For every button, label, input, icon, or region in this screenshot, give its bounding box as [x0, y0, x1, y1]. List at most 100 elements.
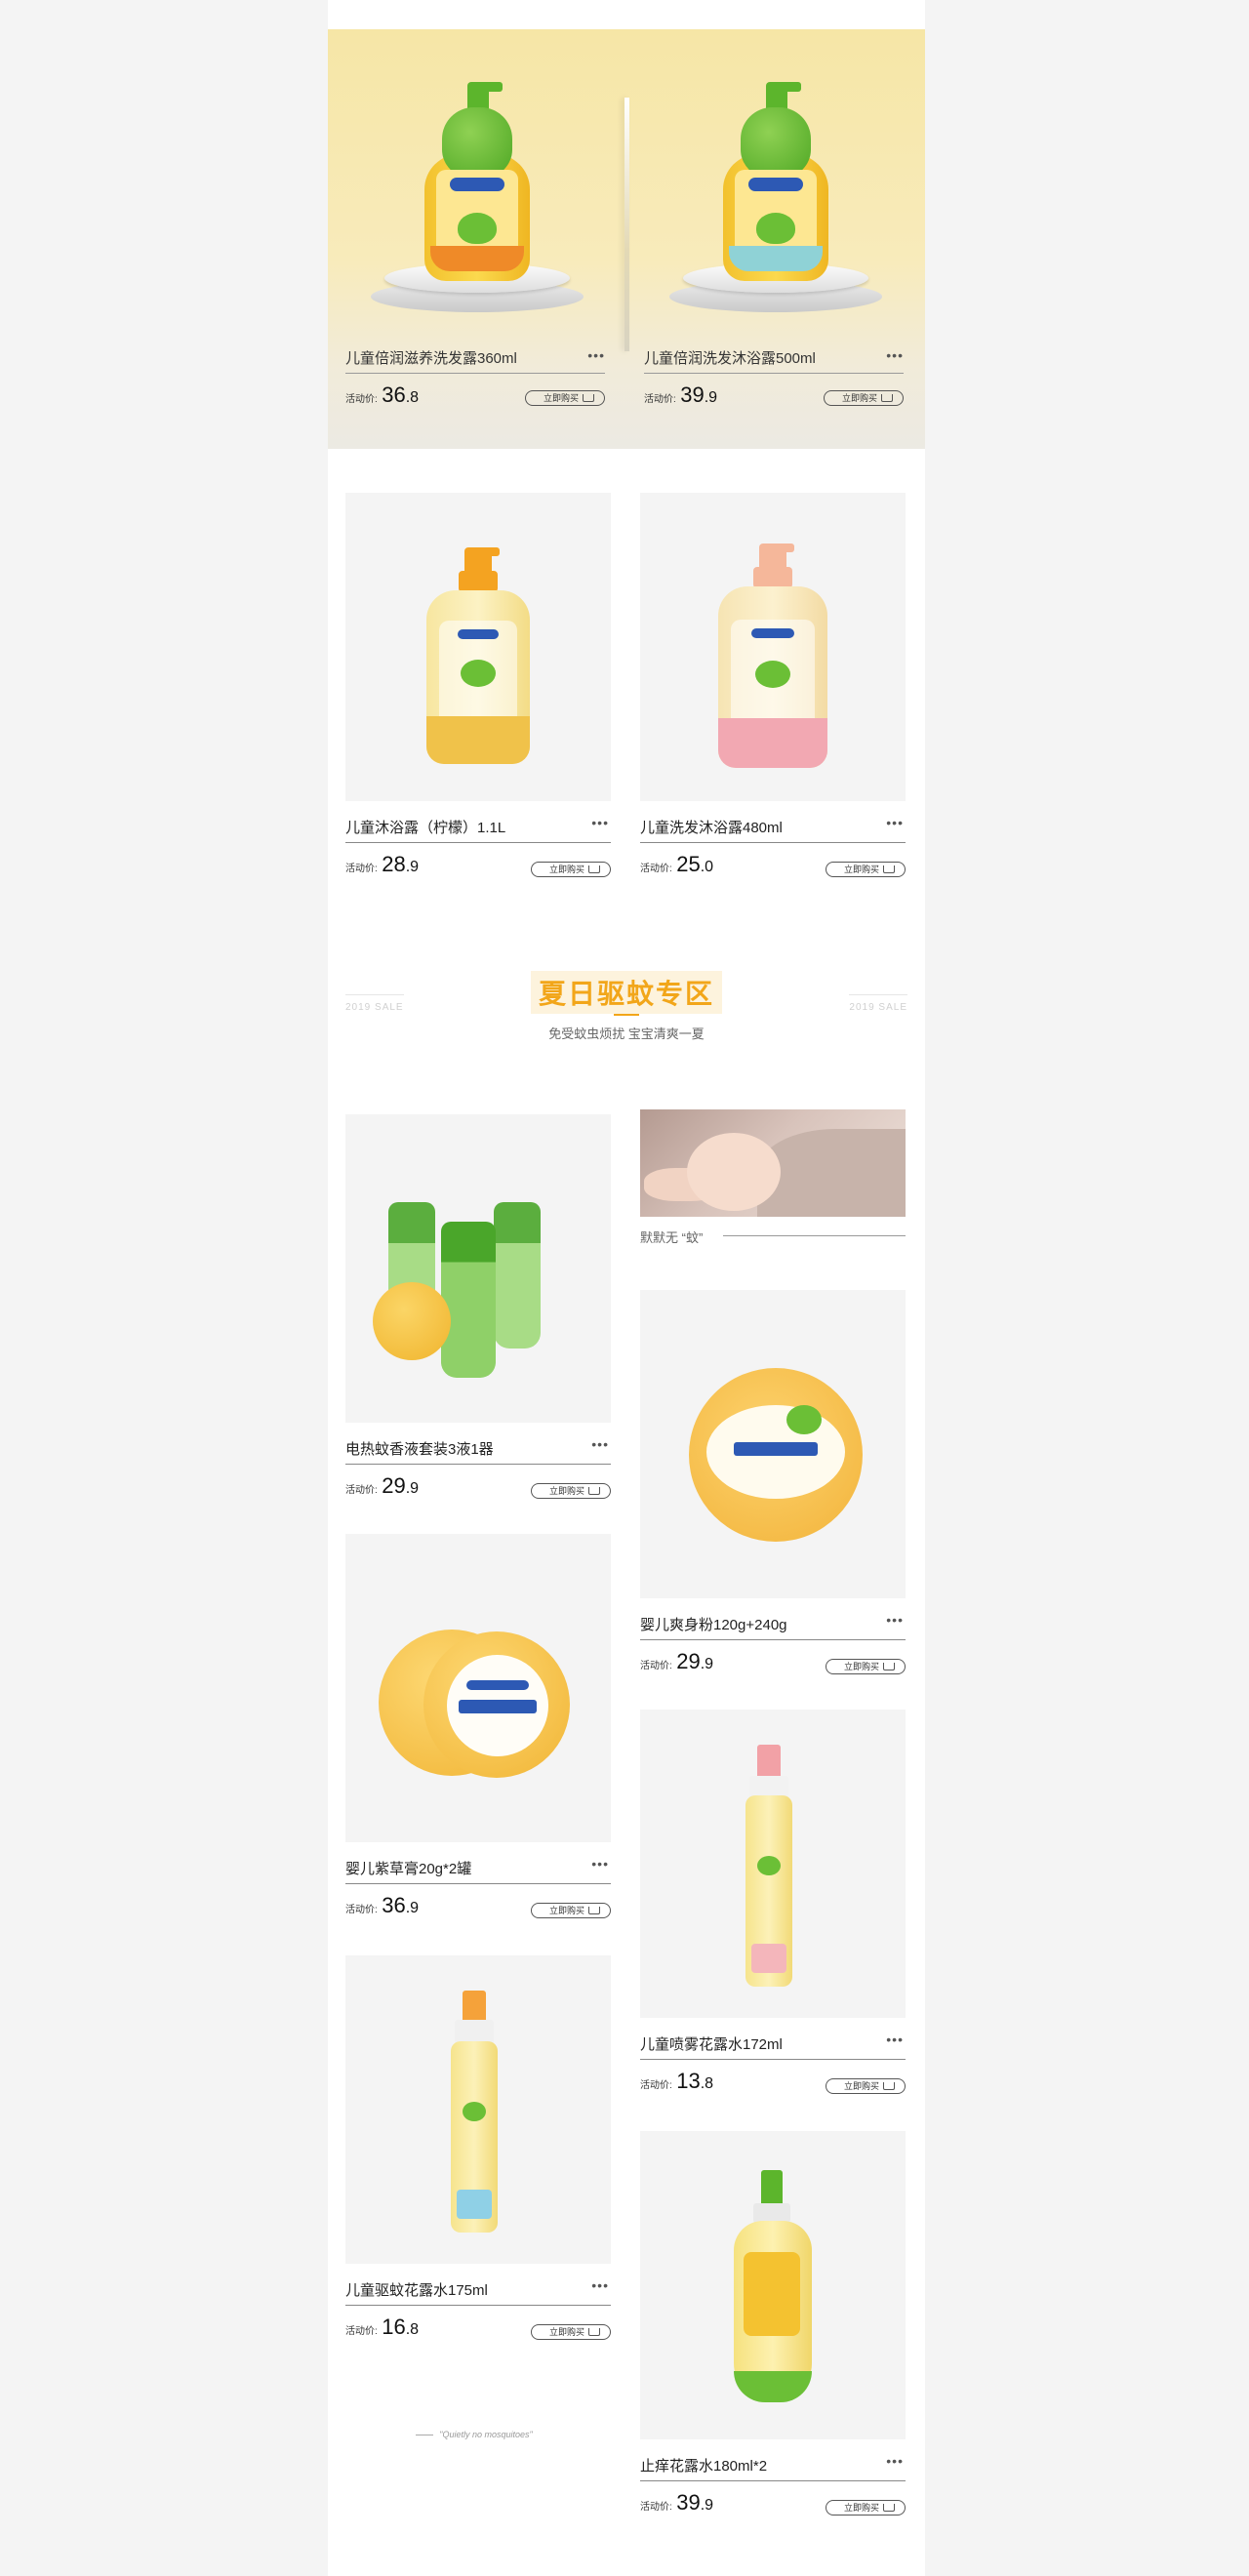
price-label: 活动价:: [345, 864, 378, 874]
more-icon[interactable]: •••: [591, 815, 609, 830]
more-icon[interactable]: •••: [591, 2277, 609, 2293]
product-image-baby-powder: [640, 1290, 906, 1598]
price-decimal: .9: [405, 859, 420, 875]
section-header: 2019 SALE 2019 SALE 夏日驱蚊专区 免受蚊虫烦扰 宝宝清爽一夏: [328, 961, 925, 1068]
buy-now-button[interactable]: 立即购买: [525, 390, 605, 406]
buy-now-label: 立即购买: [844, 865, 880, 874]
buy-now-label: 立即购买: [544, 393, 580, 403]
product-image-comfrey-cream: [345, 1534, 611, 1842]
price-label: 活动价:: [640, 864, 672, 874]
product-name: 儿童沐浴露（柠檬）1.1L: [345, 820, 506, 836]
product-name: 儿童倍润洗发沐浴露500ml: [644, 350, 816, 367]
price-integer: 39: [680, 382, 705, 407]
sleeping-baby-image: [640, 1109, 906, 1217]
more-icon[interactable]: •••: [886, 1612, 904, 1628]
product-image-anti-itch-water: [640, 2131, 906, 2439]
buy-now-label: 立即购买: [549, 1486, 585, 1496]
baby-caption: 默默无 “蚊”: [640, 1230, 704, 1245]
divider: [640, 2480, 906, 2481]
buy-now-button[interactable]: 立即购买: [531, 1903, 611, 1918]
product-image-shampoo-wash: [719, 82, 832, 283]
cart-icon: [588, 2328, 600, 2336]
price-integer: 28: [382, 852, 406, 876]
buy-now-button[interactable]: 立即购买: [824, 390, 904, 406]
buy-now-button[interactable]: 立即购买: [531, 2324, 611, 2340]
product-name: 儿童洗发沐浴露480ml: [640, 820, 783, 836]
price-label: 活动价:: [345, 1905, 378, 1915]
buy-now-button[interactable]: 立即购买: [826, 2078, 906, 2094]
buy-now-label: 立即购买: [844, 2081, 880, 2091]
product-image-mosquito-liquid: [345, 1114, 611, 1423]
price-decimal: .9: [704, 389, 718, 406]
price: 活动价: 39.9: [640, 2490, 713, 2516]
product-image-toilet-water-spray: [640, 1710, 906, 2018]
cart-icon: [883, 1663, 895, 1670]
product-name: 儿童驱蚊花露水175ml: [345, 2282, 488, 2299]
price-decimal: .8: [700, 2075, 714, 2092]
price: 活动价: 13.8: [640, 2069, 713, 2094]
divider: [644, 373, 904, 374]
buy-now-button[interactable]: 立即购买: [826, 2500, 906, 2516]
price-integer: 13: [676, 2069, 701, 2093]
page: 儿童倍润滋养洗发露360ml ••• 活动价: 36.8 立即购买 儿童倍润洗发…: [328, 0, 925, 2576]
buy-now-label: 立即购买: [549, 865, 585, 874]
price-label: 活动价:: [345, 1485, 378, 1496]
buy-now-button[interactable]: 立即购买: [826, 1659, 906, 1674]
price-decimal: .9: [405, 1480, 420, 1497]
buy-now-button[interactable]: 立即购买: [826, 862, 906, 877]
more-icon[interactable]: •••: [886, 815, 904, 830]
more-icon[interactable]: •••: [587, 347, 605, 363]
cart-icon: [588, 1907, 600, 1914]
price-label: 活动价:: [640, 2502, 672, 2513]
product-name: 儿童喷雾花露水172ml: [640, 2036, 783, 2053]
price: 活动价: 29.9: [640, 1649, 713, 1674]
footer-slogan: "Quietly no mosquitoes": [328, 2430, 621, 2439]
buy-now-button[interactable]: 立即购买: [531, 1483, 611, 1499]
price-integer: 36: [382, 382, 406, 407]
divider: [640, 2059, 906, 2060]
price: 活动价: 36.8: [345, 382, 419, 408]
divider: [640, 842, 906, 843]
cart-icon: [883, 2082, 895, 2090]
cart-icon: [588, 1487, 600, 1495]
hero-product-card[interactable]: 儿童倍润滋养洗发露360ml ••• 活动价: 36.8 立即购买: [328, 29, 626, 449]
price: 活动价: 25.0: [640, 852, 713, 877]
price-integer: 29: [676, 1649, 701, 1673]
price: 活动价: 29.9: [345, 1473, 419, 1499]
buy-now-label: 立即购买: [844, 1662, 880, 1671]
cart-icon: [881, 394, 893, 402]
buy-now-button[interactable]: 立即购买: [531, 862, 611, 877]
price-decimal: .8: [405, 389, 420, 406]
price-label: 活动价:: [644, 394, 676, 405]
price-label: 活动价:: [345, 394, 378, 405]
product-image-mosquito-spray: [345, 1955, 611, 2264]
buy-now-label: 立即购买: [549, 2327, 585, 2337]
section-subtitle: 免受蚊虫烦扰 宝宝清爽一夏: [548, 1026, 705, 1041]
more-icon[interactable]: •••: [886, 2032, 904, 2047]
section-side-label: 2019 SALE: [849, 994, 907, 1013]
price-decimal: .0: [700, 859, 714, 875]
price-integer: 25: [676, 852, 701, 876]
divider: [345, 2305, 611, 2306]
hero-product-card[interactable]: 儿童倍润洗发沐浴露500ml ••• 活动价: 39.9 立即购买: [626, 29, 925, 449]
divider: [345, 842, 611, 843]
price-integer: 29: [382, 1473, 406, 1498]
buy-now-label: 立即购买: [844, 2503, 880, 2513]
more-icon[interactable]: •••: [886, 2453, 904, 2469]
price-label: 活动价:: [640, 2080, 672, 2091]
buy-now-label: 立即购买: [842, 393, 878, 403]
price-integer: 39: [676, 2490, 701, 2515]
price-label: 活动价:: [345, 2326, 378, 2337]
divider: [723, 1235, 906, 1236]
more-icon[interactable]: •••: [886, 347, 904, 363]
price-decimal: .8: [405, 2321, 420, 2338]
price: 活动价: 16.8: [345, 2314, 419, 2340]
more-icon[interactable]: •••: [591, 1436, 609, 1452]
section-side-label: 2019 SALE: [345, 994, 404, 1013]
divider: [345, 1883, 611, 1884]
price-integer: 36: [382, 1893, 406, 1917]
more-icon[interactable]: •••: [591, 1856, 609, 1872]
product-name: 婴儿紫草膏20g*2罐: [345, 1861, 472, 1877]
price-label: 活动价:: [640, 1661, 672, 1671]
hero-banner: 儿童倍润滋养洗发露360ml ••• 活动价: 36.8 立即购买 儿童倍润洗发…: [328, 29, 925, 449]
